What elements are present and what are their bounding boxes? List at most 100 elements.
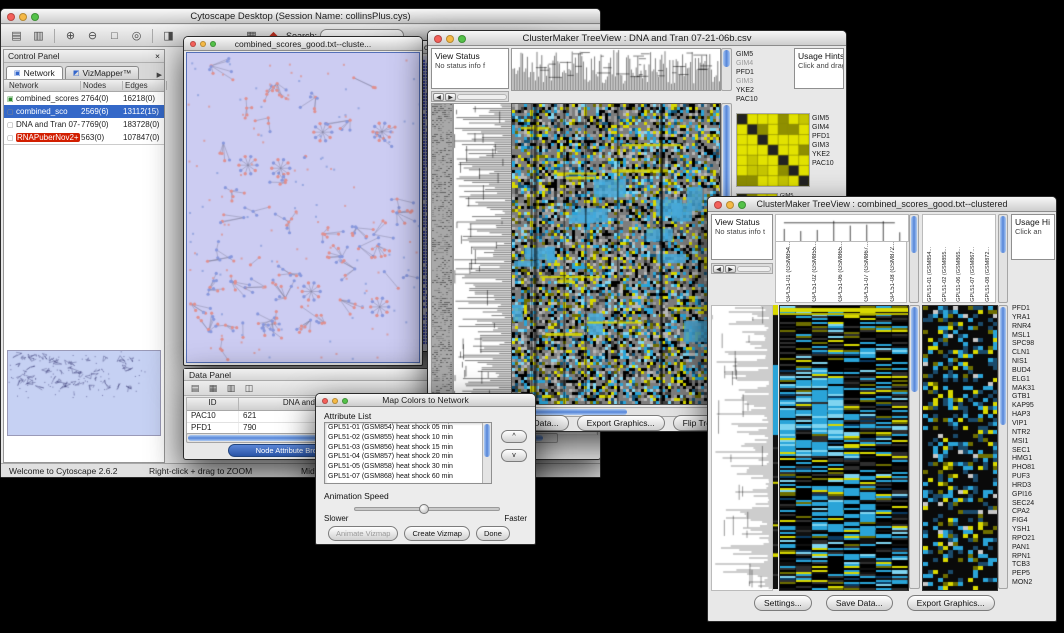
minimize-button[interactable] xyxy=(726,201,734,209)
gene-label[interactable]: YKE2 xyxy=(812,151,846,160)
gene-label[interactable]: MSL1 xyxy=(1012,332,1056,341)
gene-label[interactable]: FIG4 xyxy=(1012,517,1056,526)
treeview-button[interactable]: Save Data... xyxy=(826,595,893,611)
zoom-in-icon[interactable]: ⊕ xyxy=(61,27,80,44)
gene-label[interactable]: RPN1 xyxy=(1012,553,1056,562)
column-label[interactable]: GPL51-08 (GSM872... xyxy=(890,242,896,302)
attribute-item[interactable]: GPL51-03 (GSM856) heat shock 15 min xyxy=(325,443,491,453)
titlebar-treeview-combined[interactable]: ClusterMaker TreeView : combined_scores_… xyxy=(708,197,1056,212)
scroll-thumb[interactable] xyxy=(911,216,917,253)
close-button[interactable] xyxy=(190,41,196,47)
gene-label[interactable]: NIS1 xyxy=(1012,358,1056,367)
minimize-button[interactable] xyxy=(332,398,338,404)
row-dendrogram-canvas[interactable] xyxy=(453,103,512,405)
scroll-right-icon[interactable]: ▶ xyxy=(445,93,456,101)
gene-label[interactable]: RNR4 xyxy=(1012,323,1056,332)
titlebar-map-colors[interactable]: Map Colors to Network xyxy=(316,394,535,407)
gene-label[interactable]: HMG1 xyxy=(1012,455,1056,464)
network-row[interactable]: ▣combined_scores 2764(0) 16218(0) xyxy=(4,92,164,105)
attribute-grid-icon[interactable]: ▦ xyxy=(206,382,220,394)
network-row[interactable]: ▢DNA and Tran 07- 7769(0) 183728(0) xyxy=(4,118,164,131)
move-down-button[interactable]: v xyxy=(501,449,527,462)
gene-label[interactable]: PHO81 xyxy=(1012,464,1056,473)
attribute-select-icon[interactable]: ▤ xyxy=(188,382,202,394)
snapshot-icon[interactable]: ◨ xyxy=(159,27,178,44)
column-label[interactable]: GPL51-01 (GSM854... xyxy=(786,242,792,302)
zoom-button[interactable] xyxy=(31,13,39,21)
gene-label[interactable]: CPA2 xyxy=(1012,508,1056,517)
gene-label[interactable]: SEC24 xyxy=(1012,500,1056,509)
network-row[interactable]: ▢combined_sco 2569(6) 13112(15) xyxy=(4,105,164,118)
scroll-right-icon[interactable]: ▶ xyxy=(725,265,736,273)
save-icon[interactable]: ▥ xyxy=(29,27,48,44)
listbox-vscrollbar[interactable] xyxy=(482,423,491,483)
gene-label[interactable]: BUD4 xyxy=(1012,367,1056,376)
gene-label[interactable]: PAC10 xyxy=(812,160,846,169)
column-label[interactable]: GPL51-08 (GSM872... xyxy=(985,247,991,302)
scroll-thumb[interactable] xyxy=(723,50,730,67)
open-folder-icon[interactable]: ▤ xyxy=(7,27,26,44)
gene-label[interactable]: CLN1 xyxy=(1012,349,1056,358)
heatmap-vscrollbar-2[interactable] xyxy=(998,305,1008,589)
gene-label[interactable]: MAK31 xyxy=(1012,385,1056,394)
gene-label[interactable]: PUF3 xyxy=(1012,473,1056,482)
attribute-listbox[interactable]: GPL51-01 (GSM854) heat shock 05 minGPL51… xyxy=(324,422,492,484)
zoom-fit-icon[interactable]: □ xyxy=(105,27,124,44)
zoom-button[interactable] xyxy=(342,398,348,404)
gene-label[interactable]: HAP3 xyxy=(1012,411,1056,420)
minimize-button[interactable] xyxy=(200,41,206,47)
treeview-button[interactable]: Settings... xyxy=(754,595,812,611)
heatmap-canvas-2[interactable] xyxy=(922,305,998,591)
dendrogram-vscrollbar[interactable] xyxy=(721,48,732,91)
gene-label[interactable]: YKE2 xyxy=(736,87,782,96)
dialog-button[interactable]: Create Vizmap xyxy=(404,526,469,541)
scroll-groove[interactable] xyxy=(737,266,771,272)
column-dendrogram-canvas[interactable] xyxy=(511,48,721,91)
column-label[interactable]: GPL51-06 (GSM865... xyxy=(956,247,962,302)
gene-label[interactable]: PAN1 xyxy=(1012,544,1056,553)
scroll-thumb[interactable] xyxy=(911,307,918,392)
zoom-button[interactable] xyxy=(210,41,216,47)
scroll-thumb[interactable] xyxy=(1000,216,1006,253)
attribute-item[interactable]: GPL51-04 (GSM857) heat shock 20 min xyxy=(325,452,491,462)
gene-label[interactable]: GIM4 xyxy=(736,60,782,69)
zoom-out-icon[interactable]: ⊖ xyxy=(83,27,102,44)
tab-network[interactable]: ▣Network xyxy=(6,66,63,79)
slider-thumb[interactable] xyxy=(419,504,429,514)
gene-label[interactable]: PFD1 xyxy=(1012,305,1056,314)
minimize-button[interactable] xyxy=(19,13,27,21)
move-up-button[interactable]: ^ xyxy=(501,430,527,443)
scroll-left-icon[interactable]: ◀ xyxy=(713,265,724,273)
gene-label[interactable]: GIM4 xyxy=(812,124,846,133)
zoom-selected-icon[interactable]: ◎ xyxy=(127,27,146,44)
heatmap-canvas[interactable] xyxy=(779,305,909,591)
gene-label[interactable]: GIM3 xyxy=(812,142,846,151)
treeview-button[interactable]: Export Graphics... xyxy=(577,415,665,431)
dialog-button[interactable]: Done xyxy=(476,526,510,541)
scroll-groove[interactable] xyxy=(457,94,507,100)
tab-vizmapper[interactable]: ◩VizMapper™ xyxy=(65,66,140,79)
gene-label[interactable]: GTB1 xyxy=(1012,393,1056,402)
close-button[interactable] xyxy=(434,35,442,43)
close-button[interactable] xyxy=(7,13,15,21)
dialog-button[interactable]: Animate Vizmap xyxy=(328,526,398,541)
scroll-thumb[interactable] xyxy=(484,424,490,457)
gene-label[interactable]: MON2 xyxy=(1012,579,1056,588)
row-dendrogram-canvas[interactable] xyxy=(711,305,773,591)
attribute-item[interactable]: GPL51-05 (GSM858) heat shock 30 min xyxy=(325,462,491,472)
column-label[interactable]: GPL51-02 (GSM855... xyxy=(812,242,818,302)
panel-close-icon[interactable]: × xyxy=(155,51,160,61)
column-label[interactable]: GPL51-01 (GSM854... xyxy=(927,247,933,302)
gene-label[interactable]: TCB3 xyxy=(1012,561,1056,570)
gene-label[interactable]: NTR2 xyxy=(1012,429,1056,438)
column-dendrogram-canvas[interactable] xyxy=(775,214,909,242)
gene-label[interactable]: YSH1 xyxy=(1012,526,1056,535)
minimize-button[interactable] xyxy=(446,35,454,43)
gene-label[interactable]: SEC1 xyxy=(1012,447,1056,456)
titlebar-cytoscape[interactable]: Cytoscape Desktop (Session Name: collins… xyxy=(1,9,600,24)
scroll-thumb[interactable] xyxy=(1000,307,1006,425)
gene-label[interactable]: RPO21 xyxy=(1012,535,1056,544)
attribute-item[interactable]: GPL51-02 (GSM855) heat shock 10 min xyxy=(325,433,491,443)
gene-label[interactable]: PAC10 xyxy=(736,96,782,105)
animation-speed-slider[interactable] xyxy=(354,507,500,511)
